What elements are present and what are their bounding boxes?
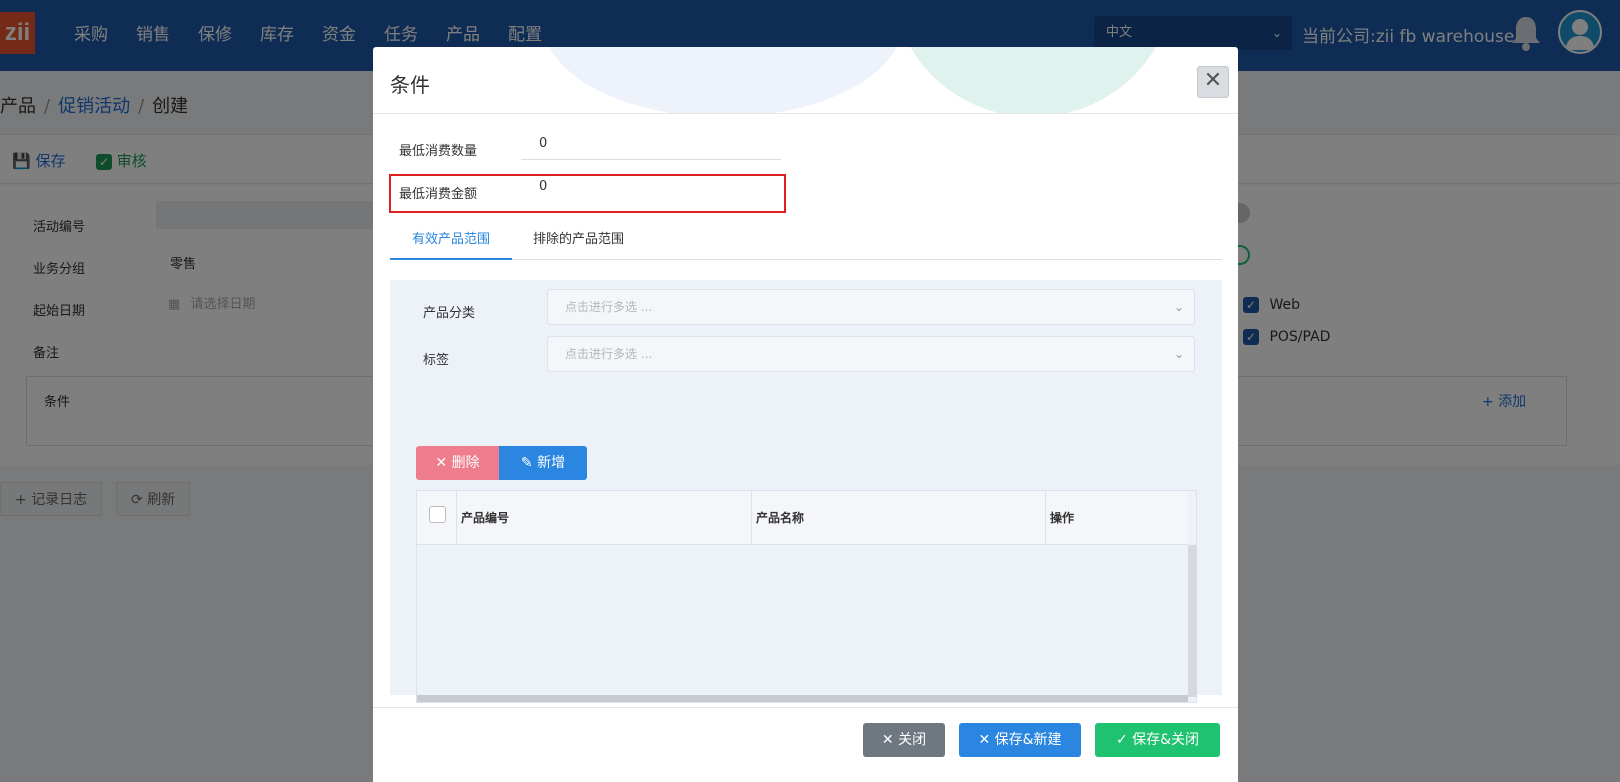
select-all-checkbox[interactable] [429, 506, 446, 523]
save-new-label: 保存&新建 [994, 732, 1062, 748]
condition-modal: 条件 ✕ 最低消费数量 0 最低消费金额 0 有效产品范围 排除的产品范围 产品… [373, 47, 1238, 782]
col-product-code[interactable]: 产品编号 [456, 491, 742, 545]
delete-button[interactable]: ✕ 删除 [416, 446, 499, 480]
tag-placeholder: 点击进行多选 ... [565, 347, 653, 361]
col-product-name[interactable]: 产品名称 [751, 491, 1037, 545]
tab-excluded-products[interactable]: 排除的产品范围 [511, 220, 646, 260]
check-icon: ✓ [1115, 732, 1128, 748]
chevron-down-icon: ⌄ [1173, 347, 1184, 361]
chevron-down-icon: ⌄ [1173, 300, 1184, 314]
header-decoration [543, 47, 903, 113]
category-placeholder: 点击进行多选 ... [565, 300, 653, 314]
header-decoration [893, 47, 1173, 113]
new-label: 新增 [537, 455, 566, 471]
min-qty-input[interactable]: 0 [521, 130, 781, 160]
category-label: 产品分类 [423, 306, 476, 321]
edit-icon: ✎ [520, 455, 533, 471]
product-table: 产品编号 产品名称 操作 [416, 490, 1197, 703]
modal-title: 条件 [390, 73, 430, 97]
close-label: 关闭 [898, 732, 927, 748]
horizontal-scrollbar[interactable] [417, 695, 1188, 702]
new-button[interactable]: ✎ 新增 [499, 446, 587, 480]
save-close-label: 保存&关闭 [1132, 732, 1200, 748]
close-icon: ✕ [435, 455, 448, 471]
save-new-button[interactable]: ✕ 保存&新建 [959, 723, 1081, 757]
close-icon: ✕ [978, 732, 991, 748]
save-close-button[interactable]: ✓ 保存&关闭 [1095, 723, 1220, 757]
modal-footer: ✕ 关闭 ✕ 保存&新建 ✓ 保存&关闭 [373, 707, 1238, 782]
category-select[interactable]: 点击进行多选 ... ⌄ [547, 289, 1195, 325]
tag-label: 标签 [423, 353, 450, 368]
vertical-scrollbar[interactable] [1188, 545, 1197, 697]
close-icon[interactable]: ✕ [1197, 66, 1229, 98]
highlight-box [389, 174, 786, 213]
close-button[interactable]: ✕ 关闭 [863, 723, 945, 757]
col-actions: 操作 [1045, 491, 1188, 545]
min-qty-label: 最低消费数量 [399, 144, 478, 159]
tab-valid-products[interactable]: 有效产品范围 [390, 220, 513, 260]
delete-label: 删除 [451, 455, 480, 471]
table-header-row: 产品编号 产品名称 操作 [417, 491, 1188, 545]
close-icon: ✕ [881, 732, 894, 748]
product-scope-tabs: 有效产品范围 排除的产品范围 [390, 220, 1222, 260]
modal-header: 条件 ✕ [373, 47, 1238, 114]
tag-select[interactable]: 点击进行多选 ... ⌄ [547, 336, 1195, 372]
product-scope-panel: 产品分类 点击进行多选 ... ⌄ 标签 点击进行多选 ... ⌄ ✕ 删除 ✎… [390, 280, 1222, 703]
